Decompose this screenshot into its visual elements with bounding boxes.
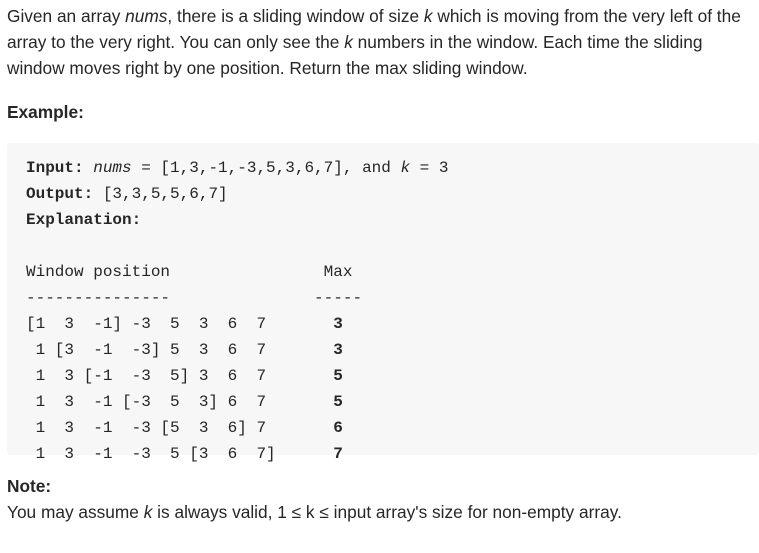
table-row: 1 3 [-1 -3 5] 3 6 7 5 bbox=[26, 363, 740, 389]
table-row: 1 3 -1 -3 5 [3 6 7] 7 bbox=[26, 441, 740, 467]
input-spacer bbox=[84, 159, 94, 177]
table-row: 1 3 -1 [-3 5 3] 6 7 5 bbox=[26, 389, 740, 415]
example-heading: Example: bbox=[7, 102, 84, 122]
note-heading: Note: bbox=[7, 476, 52, 496]
window-position: 1 3 -1 -3 [5 3 6] 7 bbox=[26, 419, 334, 437]
nums-variable: nums bbox=[125, 6, 168, 26]
table-row: 1 3 -1 -3 [5 3 6] 7 6 bbox=[26, 415, 740, 441]
note-text-1: You may assume bbox=[7, 502, 144, 522]
max-value: 7 bbox=[333, 445, 343, 463]
max-value: 6 bbox=[333, 419, 343, 437]
input-nums-variable: nums bbox=[93, 159, 132, 177]
window-position: 1 3 -1 [-3 5 3] 6 7 bbox=[26, 393, 334, 411]
input-array-text: = [1,3,-1,-3,5,3,6,7], and bbox=[131, 159, 401, 177]
input-k-variable: k bbox=[400, 159, 411, 177]
window-position: 1 3 [-1 -3 5] 3 6 7 bbox=[26, 367, 334, 385]
example-code-block: Input: nums = [1,3,-1,-3,5,3,6,7], and k… bbox=[7, 143, 759, 463]
max-value: 5 bbox=[333, 367, 343, 385]
k-variable: k bbox=[423, 6, 433, 26]
window-position: [1 3 -1] -3 5 3 6 7 bbox=[26, 315, 334, 333]
problem-description: Given an array nums, there is a sliding … bbox=[7, 3, 759, 525]
max-value: 3 bbox=[333, 315, 343, 333]
max-value: 3 bbox=[333, 341, 343, 359]
note-text-2: is always valid, 1 ≤ k ≤ input array's s… bbox=[152, 502, 622, 522]
k-variable: k bbox=[344, 32, 353, 52]
input-label: Input: bbox=[26, 159, 84, 177]
window-position: 1 3 -1 -3 5 [3 6 7] bbox=[26, 445, 334, 463]
table-row: [1 3 -1] -3 5 3 6 7 3 bbox=[26, 311, 740, 337]
table-divider: --------------- ----- bbox=[26, 289, 363, 307]
table-header: Window position Max bbox=[26, 263, 353, 281]
explanation-label: Explanation: bbox=[26, 211, 142, 229]
explanation-line: Explanation: bbox=[26, 207, 740, 233]
intro-text-1: Given an array bbox=[7, 6, 126, 26]
table-row: 1 [3 -1 -3] 5 3 6 7 3 bbox=[26, 337, 740, 363]
max-value: 5 bbox=[333, 393, 343, 411]
output-value: [3,3,5,5,6,7] bbox=[93, 185, 228, 203]
output-label: Output: bbox=[26, 185, 94, 203]
intro-paragraph: Given an array nums, there is a sliding … bbox=[7, 3, 759, 81]
output-line: Output: [3,3,5,5,6,7] bbox=[26, 181, 740, 207]
window-position: 1 [3 -1 -3] 5 3 6 7 bbox=[26, 341, 334, 359]
input-line: Input: nums = [1,3,-1,-3,5,3,6,7], and k… bbox=[26, 155, 740, 181]
input-k-value: = 3 bbox=[410, 159, 449, 177]
note-paragraph: You may assume k is always valid, 1 ≤ k … bbox=[7, 499, 759, 525]
intro-text-2: , there is a sliding window of size bbox=[167, 6, 424, 26]
